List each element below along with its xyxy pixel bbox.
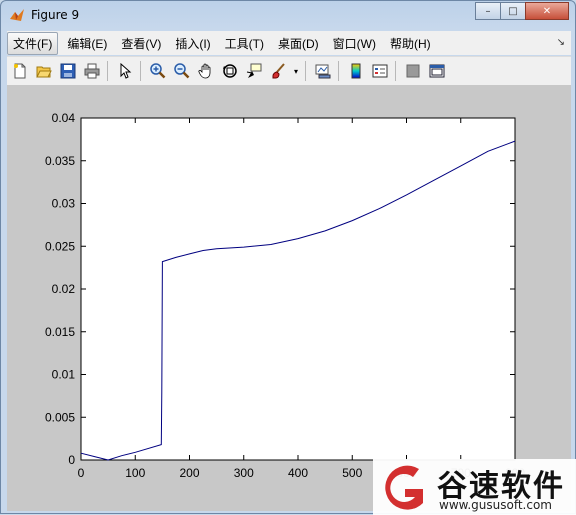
toolbar-separator (395, 61, 396, 81)
y-tick-label: 0.01 (52, 368, 76, 382)
colorbar-icon[interactable] (345, 60, 367, 82)
print-icon[interactable] (81, 60, 103, 82)
watermark-logo-icon (385, 465, 423, 510)
brush-icon[interactable] (267, 60, 289, 82)
matlab-logo-icon (9, 7, 25, 23)
window-title: Figure 9 (31, 8, 80, 22)
x-tick-label: 0 (78, 466, 85, 480)
maximize-button[interactable]: □ (500, 2, 526, 20)
zoom-out-icon[interactable] (171, 60, 193, 82)
new-figure-icon[interactable] (9, 60, 31, 82)
figure-toolbar: ▾ (7, 56, 571, 85)
x-tick-label: 300 (234, 466, 254, 480)
legend-icon[interactable] (369, 60, 391, 82)
menu-insert[interactable]: 插入(I) (170, 33, 215, 54)
y-tick-label: 0.015 (45, 325, 75, 339)
save-icon[interactable] (57, 60, 79, 82)
watermark-url: www.gususoft.com (439, 498, 552, 512)
menu-window[interactable]: 窗口(W) (328, 33, 381, 54)
plot-area[interactable] (80, 117, 516, 461)
y-tick-label: 0.04 (52, 111, 76, 125)
menu-edit[interactable]: 编辑(E) (62, 33, 112, 54)
line-chart: 010020030040050060070080000.0050.010.015… (45, 111, 525, 480)
data-cursor-icon[interactable] (243, 60, 265, 82)
menu-desktop[interactable]: 桌面(D) (273, 33, 324, 54)
pointer-icon[interactable] (114, 60, 136, 82)
y-tick-label: 0 (68, 453, 75, 467)
brush-dropdown-icon[interactable]: ▾ (291, 60, 301, 82)
menu-view[interactable]: 查看(V) (116, 33, 166, 54)
link-plot-icon[interactable] (312, 60, 334, 82)
menu-help[interactable]: 帮助(H) (385, 33, 436, 54)
x-tick-label: 500 (342, 466, 362, 480)
y-tick-label: 0.035 (45, 154, 75, 168)
figure-canvas: 010020030040050060070080000.0050.010.015… (7, 85, 571, 511)
window-controls: – □ ✕ (475, 2, 569, 20)
menu-overflow-icon[interactable]: ↘ (557, 37, 565, 48)
x-tick-label: 400 (288, 466, 308, 480)
toolbar-separator (140, 61, 141, 81)
close-button[interactable]: ✕ (525, 2, 569, 20)
y-tick-label: 0.025 (45, 239, 75, 253)
menu-file[interactable]: 文件(F) (7, 31, 59, 55)
minimize-button[interactable]: – (475, 2, 501, 20)
pan-icon[interactable] (195, 60, 217, 82)
menu-tools[interactable]: 工具(T) (220, 33, 269, 54)
x-tick-label: 100 (125, 466, 145, 480)
zoom-in-icon[interactable] (147, 60, 169, 82)
hide-plot-tools-icon[interactable] (402, 60, 424, 82)
axes: 010020030040050060070080000.0050.010.015… (45, 111, 525, 480)
menu-bar: 文件(F) 编辑(E) 查看(V) 插入(I) 工具(T) 桌面(D) 窗口(W… (7, 31, 571, 55)
x-tick-label: 200 (179, 466, 199, 480)
title-bar[interactable]: Figure 9 – □ ✕ (1, 1, 575, 31)
open-file-icon[interactable] (33, 60, 55, 82)
figure-window: Figure 9 – □ ✕ 文件(F) 编辑(E) 查看(V) 插入(I) 工… (0, 0, 576, 515)
rotate-3d-icon[interactable] (219, 60, 241, 82)
y-tick-label: 0.03 (52, 197, 76, 211)
toolbar-separator (305, 61, 306, 81)
y-tick-label: 0.005 (45, 410, 75, 424)
toolbar-separator (107, 61, 108, 81)
toolbar-separator (338, 61, 339, 81)
show-plot-tools-icon[interactable] (426, 60, 448, 82)
y-tick-label: 0.02 (52, 282, 76, 296)
